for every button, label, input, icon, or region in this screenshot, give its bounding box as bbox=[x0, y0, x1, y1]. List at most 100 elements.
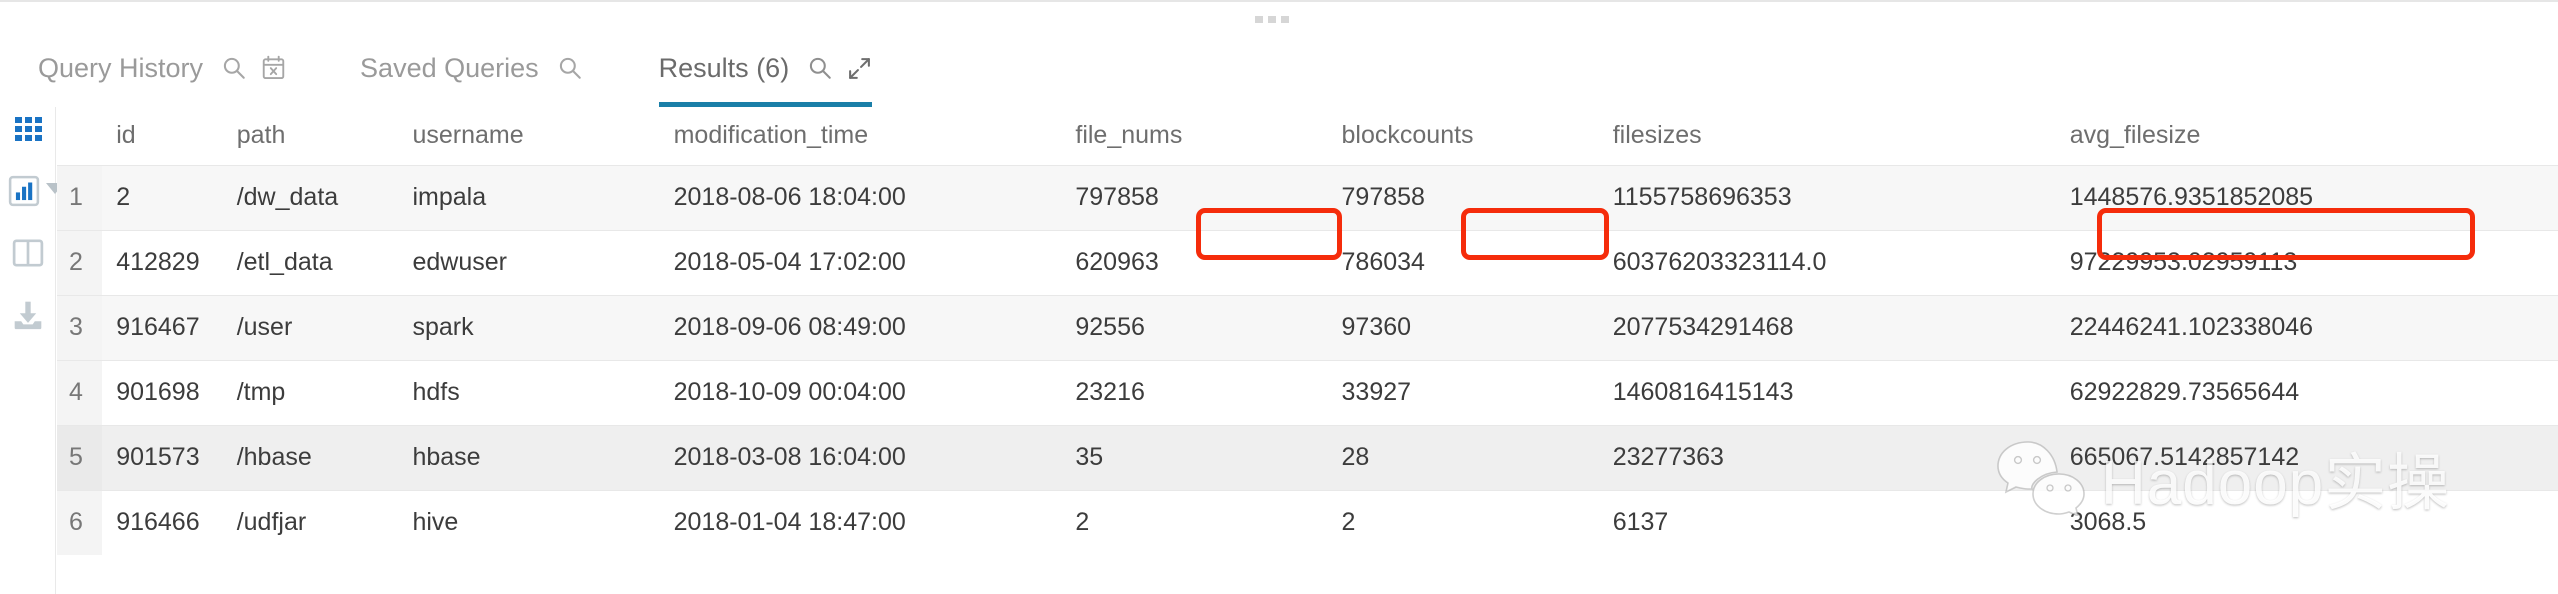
cell-path: /udfjar bbox=[222, 489, 399, 555]
cell-file-nums: 35 bbox=[1061, 424, 1328, 490]
cell-file-nums: 92556 bbox=[1061, 294, 1328, 360]
cell-filesizes: 23277363 bbox=[1598, 424, 2056, 490]
column-header-filesizes[interactable]: filesizes bbox=[1598, 107, 2056, 165]
panel-top-divider bbox=[0, 0, 2558, 2]
results-panel: Query History Saved Queries Results (6) … bbox=[0, 0, 2558, 594]
download-icon bbox=[11, 298, 45, 332]
row-number: 2 bbox=[57, 229, 103, 295]
column-header-username[interactable]: username bbox=[398, 107, 660, 165]
column-header-id-label: id bbox=[116, 121, 136, 150]
cell-id: 901698 bbox=[102, 359, 223, 425]
table-header-row: id path username modification_time file_… bbox=[57, 107, 2558, 165]
resize-handle[interactable] bbox=[1255, 16, 1289, 23]
cell-id: 916467 bbox=[102, 294, 223, 360]
cell-username: hive bbox=[398, 489, 660, 555]
cell-path: /user bbox=[222, 294, 399, 360]
column-header-rownum bbox=[57, 107, 103, 165]
handle-dot bbox=[1268, 16, 1276, 23]
split-pane-icon bbox=[11, 236, 45, 270]
rail-item-split-view[interactable] bbox=[6, 231, 50, 275]
cell-filesizes: 1155758696353 bbox=[1598, 164, 2056, 230]
results-view-rail bbox=[0, 107, 64, 594]
cell-username: edwuser bbox=[398, 229, 660, 295]
cell-blockcounts: 33927 bbox=[1327, 359, 1599, 425]
cell-username: hbase bbox=[398, 424, 660, 490]
cell-file-nums: 23216 bbox=[1061, 359, 1328, 425]
cell-id: 412829 bbox=[102, 229, 223, 295]
search-icon[interactable] bbox=[221, 55, 247, 81]
results-table-body: 1 2 /dw_data impala 2018-08-06 18:04:00 … bbox=[57, 164, 2558, 555]
cell-id: 916466 bbox=[102, 489, 223, 555]
expand-icon[interactable] bbox=[847, 56, 872, 81]
column-header-blockcounts[interactable]: blockcounts bbox=[1327, 107, 1599, 165]
tab-query-history-label: Query History bbox=[38, 52, 204, 83]
cell-avg-filesize: 97229953.02959113 bbox=[2055, 229, 2558, 295]
cell-username: hdfs bbox=[398, 359, 660, 425]
table-row[interactable]: 6 916466 /udfjar hive 2018-01-04 18:47:0… bbox=[57, 489, 2558, 555]
tab-saved-queries-label: Saved Queries bbox=[360, 52, 539, 83]
column-header-path[interactable]: path bbox=[222, 107, 399, 165]
cell-blockcounts: 797858 bbox=[1327, 164, 1599, 230]
row-number: 4 bbox=[57, 359, 103, 425]
column-header-avg-filesize[interactable]: avg_filesize bbox=[2055, 107, 2558, 165]
cell-avg-filesize: 22446241.102338046 bbox=[2055, 294, 2558, 360]
cell-username: impala bbox=[398, 164, 660, 230]
column-header-modification-time[interactable]: modification_time bbox=[659, 107, 1062, 165]
tab-saved-queries[interactable]: Saved Queries bbox=[360, 42, 583, 94]
cell-avg-filesize: 3068.5 bbox=[2055, 489, 2558, 555]
table-row[interactable]: 5 901573 /hbase hbase 2018-03-08 16:04:0… bbox=[57, 424, 2558, 490]
cell-path: /tmp bbox=[222, 359, 399, 425]
results-table-head: id path username modification_time file_… bbox=[57, 107, 2558, 165]
cell-filesizes: 6137 bbox=[1598, 489, 2056, 555]
cell-filesizes: 1460816415143 bbox=[1598, 359, 2056, 425]
table-row[interactable]: 4 901698 /tmp hdfs 2018-10-09 00:04:00 2… bbox=[57, 359, 2558, 425]
cell-file-nums: 2 bbox=[1061, 489, 1328, 555]
cell-modification-time: 2018-03-08 16:04:00 bbox=[659, 424, 1062, 490]
results-table-container[interactable]: id path username modification_time file_… bbox=[57, 107, 2558, 594]
cell-avg-filesize: 62922829.73565644 bbox=[2055, 359, 2558, 425]
rail-item-download[interactable] bbox=[6, 293, 50, 337]
table-row[interactable]: 1 2 /dw_data impala 2018-08-06 18:04:00 … bbox=[57, 164, 2558, 230]
column-header-path-label: path bbox=[236, 121, 286, 150]
table-row[interactable]: 3 916467 /user spark 2018-09-06 08:49:00… bbox=[57, 294, 2558, 360]
handle-dot bbox=[1281, 16, 1289, 23]
bar-chart-icon bbox=[7, 174, 41, 208]
row-number: 1 bbox=[57, 164, 103, 230]
rail-item-chart-view[interactable] bbox=[2, 169, 46, 213]
handle-dot bbox=[1255, 16, 1263, 23]
column-header-id[interactable]: id bbox=[102, 107, 223, 165]
column-header-filesizes-label: filesizes bbox=[1612, 121, 1702, 150]
cell-path: /hbase bbox=[222, 424, 399, 490]
cell-path: /etl_data bbox=[222, 229, 399, 295]
row-number: 6 bbox=[57, 489, 103, 555]
cell-modification-time: 2018-01-04 18:47:00 bbox=[659, 489, 1062, 555]
cell-blockcounts: 28 bbox=[1327, 424, 1599, 490]
cell-avg-filesize: 665067.5142857142 bbox=[2055, 424, 2558, 490]
rail-item-grid-view[interactable] bbox=[6, 107, 50, 151]
cell-file-nums: 620963 bbox=[1061, 229, 1328, 295]
search-icon[interactable] bbox=[807, 55, 833, 81]
cell-id: 901573 bbox=[102, 424, 223, 490]
column-header-modification-time-label: modification_time bbox=[673, 121, 869, 150]
column-header-file-nums-label: file_nums bbox=[1075, 121, 1183, 150]
row-number: 3 bbox=[57, 294, 103, 360]
cell-blockcounts: 786034 bbox=[1327, 229, 1599, 295]
table-row[interactable]: 2 412829 /etl_data edwuser 2018-05-04 17… bbox=[57, 229, 2558, 295]
cell-id: 2 bbox=[102, 164, 223, 230]
cell-filesizes: 2077534291468 bbox=[1598, 294, 2056, 360]
column-header-username-label: username bbox=[412, 121, 524, 150]
column-header-avg-filesize-label: avg_filesize bbox=[2069, 121, 2201, 150]
cell-path: /dw_data bbox=[222, 164, 399, 230]
search-icon[interactable] bbox=[557, 55, 583, 81]
cell-username: spark bbox=[398, 294, 660, 360]
cell-blockcounts: 97360 bbox=[1327, 294, 1599, 360]
cell-modification-time: 2018-10-09 00:04:00 bbox=[659, 359, 1062, 425]
cell-modification-time: 2018-09-06 08:49:00 bbox=[659, 294, 1062, 360]
column-header-file-nums[interactable]: file_nums bbox=[1061, 107, 1328, 165]
tab-results-label: Results (6) bbox=[658, 52, 790, 83]
tab-query-history[interactable]: Query History bbox=[38, 42, 286, 94]
results-tabbar: Query History Saved Queries Results (6) bbox=[0, 42, 2558, 107]
tab-results[interactable]: Results (6) bbox=[658, 42, 873, 107]
calendar-clear-icon[interactable] bbox=[261, 55, 286, 81]
results-table: id path username modification_time file_… bbox=[57, 107, 2558, 555]
